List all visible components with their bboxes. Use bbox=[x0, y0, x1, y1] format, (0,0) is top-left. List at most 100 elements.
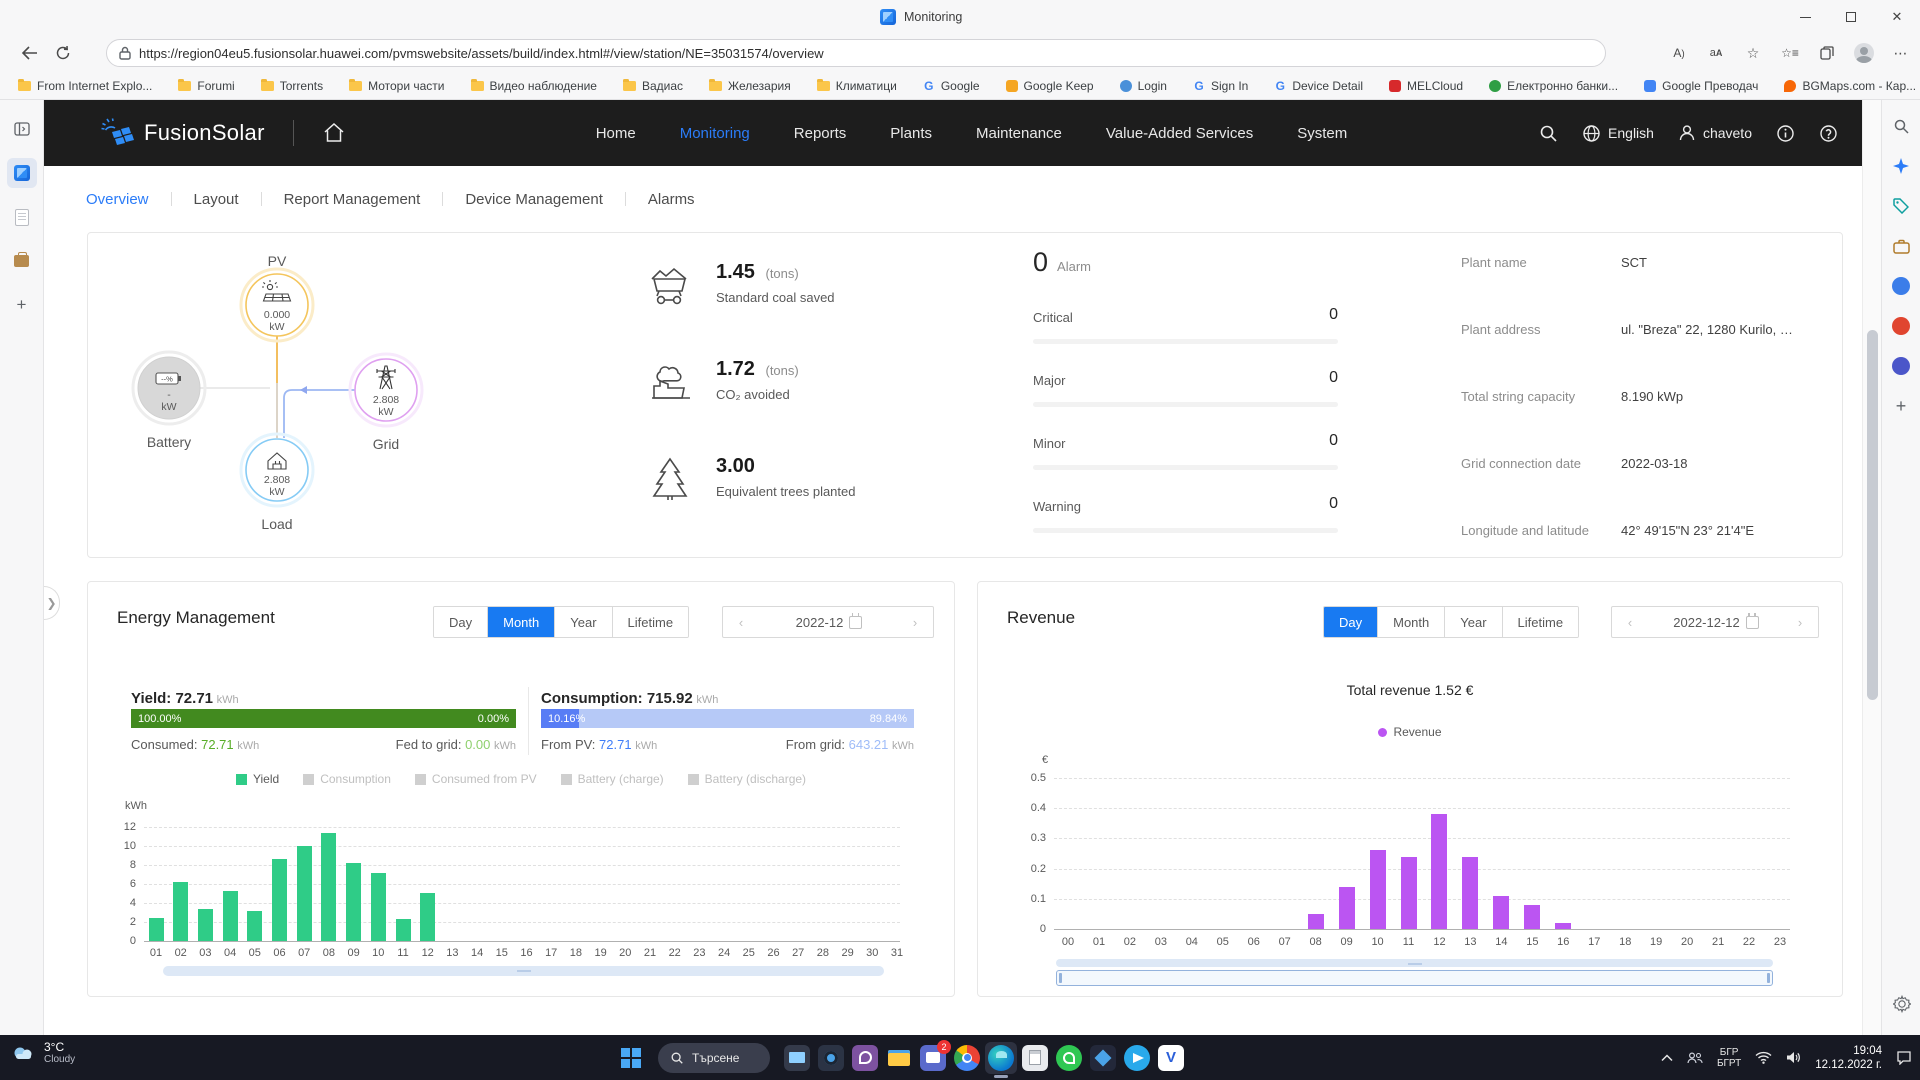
subnav-alarms[interactable]: Alarms bbox=[626, 191, 717, 208]
legend-yield[interactable]: Yield bbox=[236, 772, 279, 786]
briefcase-tab-icon[interactable] bbox=[7, 246, 37, 276]
clock[interactable]: 19:04 12.12.2022 г. bbox=[1815, 1044, 1882, 1072]
language-selector[interactable]: English bbox=[1582, 124, 1654, 143]
legend-revenue[interactable]: Revenue bbox=[1378, 725, 1441, 739]
bookmark-login[interactable]: Login bbox=[1120, 79, 1167, 93]
close-button[interactable]: ✕ bbox=[1874, 0, 1920, 34]
bookmark-видео-наблюдение[interactable]: Видео наблюдение bbox=[471, 79, 597, 93]
energy-tab-year[interactable]: Year bbox=[554, 607, 611, 637]
read-aloud-icon[interactable]: A) bbox=[1668, 42, 1690, 64]
bookmark-from-internet-explo[interactable]: From Internet Explo... bbox=[18, 79, 152, 93]
taskbar-app-screen-cast[interactable] bbox=[780, 1035, 814, 1080]
nav-home[interactable]: Home bbox=[596, 125, 636, 142]
bookmark-bgmaps-com-кар[interactable]: BGMaps.com - Кар... bbox=[1784, 79, 1916, 93]
nav-plants[interactable]: Plants bbox=[890, 125, 932, 142]
home-icon[interactable] bbox=[322, 122, 346, 144]
bookmark-google[interactable]: GGoogle bbox=[923, 79, 980, 93]
energy-tab-day[interactable]: Day bbox=[434, 607, 487, 637]
address-bar[interactable]: https://region04eu5.fusionsolar.huawei.c… bbox=[106, 39, 1606, 67]
bookmark-torrents[interactable]: Torrents bbox=[261, 79, 323, 93]
taskbar-app-v-app[interactable]: V bbox=[1154, 1035, 1188, 1080]
revenue-chart-brush[interactable] bbox=[1056, 970, 1773, 986]
app-indigo-icon[interactable] bbox=[1889, 354, 1913, 378]
prev-icon[interactable]: ‹ bbox=[1622, 615, 1638, 630]
bookmark-мотори-части[interactable]: Мотори части bbox=[349, 79, 444, 93]
taskbar-app-camera[interactable] bbox=[814, 1035, 848, 1080]
taskbar-app-photos[interactable] bbox=[1086, 1035, 1120, 1080]
subnav-overview[interactable]: Overview bbox=[86, 191, 171, 208]
legend-consumed-from-pv[interactable]: Consumed from PV bbox=[415, 772, 537, 786]
revenue-tab-year[interactable]: Year bbox=[1444, 607, 1501, 637]
bookmark-sign-in[interactable]: GSign In bbox=[1193, 79, 1248, 93]
search-icon[interactable] bbox=[1539, 124, 1558, 143]
revenue-chart-scrollbar[interactable] bbox=[1056, 959, 1773, 967]
legend-consumption[interactable]: Consumption bbox=[303, 772, 391, 786]
refresh-button[interactable] bbox=[46, 38, 80, 68]
shopping-tag-icon[interactable] bbox=[1889, 194, 1913, 218]
legend-battery-charge[interactable]: Battery (charge) bbox=[561, 772, 664, 786]
taskbar-app-viber[interactable] bbox=[848, 1035, 882, 1080]
legend-battery-discharge[interactable]: Battery (discharge) bbox=[688, 772, 806, 786]
bookmark-електронно-банки[interactable]: Електронно банки... bbox=[1489, 79, 1618, 93]
revenue-tab-lifetime[interactable]: Lifetime bbox=[1502, 607, 1579, 637]
add-favorite-star-icon[interactable]: ☆ bbox=[1742, 42, 1764, 64]
tray-chevron-icon[interactable] bbox=[1661, 1054, 1673, 1062]
more-menu-icon[interactable]: ⋯ bbox=[1890, 42, 1912, 64]
minimize-button[interactable] bbox=[1782, 0, 1828, 34]
next-icon[interactable]: › bbox=[907, 615, 923, 630]
user-menu[interactable]: chaveto bbox=[1678, 124, 1752, 142]
scrollbar-thumb[interactable] bbox=[1867, 330, 1878, 700]
next-icon[interactable]: › bbox=[1792, 615, 1808, 630]
sidebar-settings-gear-icon[interactable] bbox=[1882, 995, 1920, 1013]
energy-tab-lifetime[interactable]: Lifetime bbox=[612, 607, 689, 637]
subnav-device-management[interactable]: Device Management bbox=[443, 191, 625, 208]
bookmark-вадиас[interactable]: Вадиас bbox=[623, 79, 683, 93]
volume-icon[interactable] bbox=[1786, 1051, 1801, 1064]
document-tab-icon[interactable] bbox=[7, 202, 37, 232]
taskbar-app-whatsapp[interactable] bbox=[1052, 1035, 1086, 1080]
sidebar-search-icon[interactable] bbox=[1889, 114, 1913, 138]
tools-case-icon[interactable] bbox=[1889, 234, 1913, 258]
bookmark-forumi[interactable]: Forumi bbox=[178, 79, 234, 93]
maximize-button[interactable] bbox=[1828, 0, 1874, 34]
bookmark-железария[interactable]: Железария bbox=[709, 79, 791, 93]
nav-monitoring[interactable]: Monitoring bbox=[680, 125, 750, 142]
nav-reports[interactable]: Reports bbox=[794, 125, 847, 142]
energy-date-picker[interactable]: ‹ 2022-12 › bbox=[722, 606, 934, 638]
favorites-list-icon[interactable]: ☆≡ bbox=[1779, 42, 1801, 64]
app-blue-icon[interactable] bbox=[1889, 274, 1913, 298]
help-icon[interactable] bbox=[1819, 124, 1838, 143]
taskbar-app-messages[interactable]: 2 bbox=[916, 1035, 950, 1080]
energy-chart-scrollbar[interactable] bbox=[163, 966, 884, 976]
browser-tab-monitoring[interactable]: Monitoring bbox=[880, 0, 962, 34]
taskbar-search[interactable]: Търсене bbox=[658, 1043, 770, 1073]
bookmark-климатици[interactable]: Климатици bbox=[817, 79, 897, 93]
fusionsolar-tab-icon[interactable] bbox=[7, 158, 37, 188]
start-button[interactable] bbox=[614, 1035, 648, 1080]
taskbar-app-file-explorer[interactable] bbox=[882, 1035, 916, 1080]
tray-people-icon[interactable] bbox=[1687, 1051, 1703, 1065]
revenue-date-picker[interactable]: ‹ 2022-12-12 › bbox=[1611, 606, 1819, 638]
copilot-icon[interactable] bbox=[1889, 154, 1913, 178]
new-tab-plus-icon[interactable]: + bbox=[7, 290, 37, 320]
bookmark-google-keep[interactable]: Google Keep bbox=[1006, 79, 1094, 93]
taskbar-weather[interactable]: 3°C Cloudy bbox=[10, 1040, 75, 1065]
back-button[interactable] bbox=[12, 38, 46, 68]
add-plus-icon[interactable]: + bbox=[1889, 394, 1913, 418]
taskbar-app-notepad[interactable] bbox=[1018, 1035, 1052, 1080]
prev-icon[interactable]: ‹ bbox=[733, 615, 749, 630]
bookmark-google-преводач[interactable]: Google Преводач bbox=[1644, 79, 1758, 93]
fusionsolar-logo[interactable]: FusionSolar bbox=[100, 118, 265, 148]
translate-icon[interactable]: аA bbox=[1705, 42, 1727, 64]
subnav-layout[interactable]: Layout bbox=[172, 191, 261, 208]
nav-maintenance[interactable]: Maintenance bbox=[976, 125, 1062, 142]
revenue-tab-month[interactable]: Month bbox=[1377, 607, 1444, 637]
info-icon[interactable] bbox=[1776, 124, 1795, 143]
tab-list-icon[interactable] bbox=[7, 114, 37, 144]
energy-tab-month[interactable]: Month bbox=[487, 607, 554, 637]
profile-avatar-icon[interactable] bbox=[1853, 42, 1875, 64]
revenue-tab-day[interactable]: Day bbox=[1324, 607, 1377, 637]
bookmark-device-detail[interactable]: GDevice Detail bbox=[1274, 79, 1363, 93]
taskbar-app-telegram[interactable] bbox=[1120, 1035, 1154, 1080]
subnav-report-management[interactable]: Report Management bbox=[262, 191, 443, 208]
